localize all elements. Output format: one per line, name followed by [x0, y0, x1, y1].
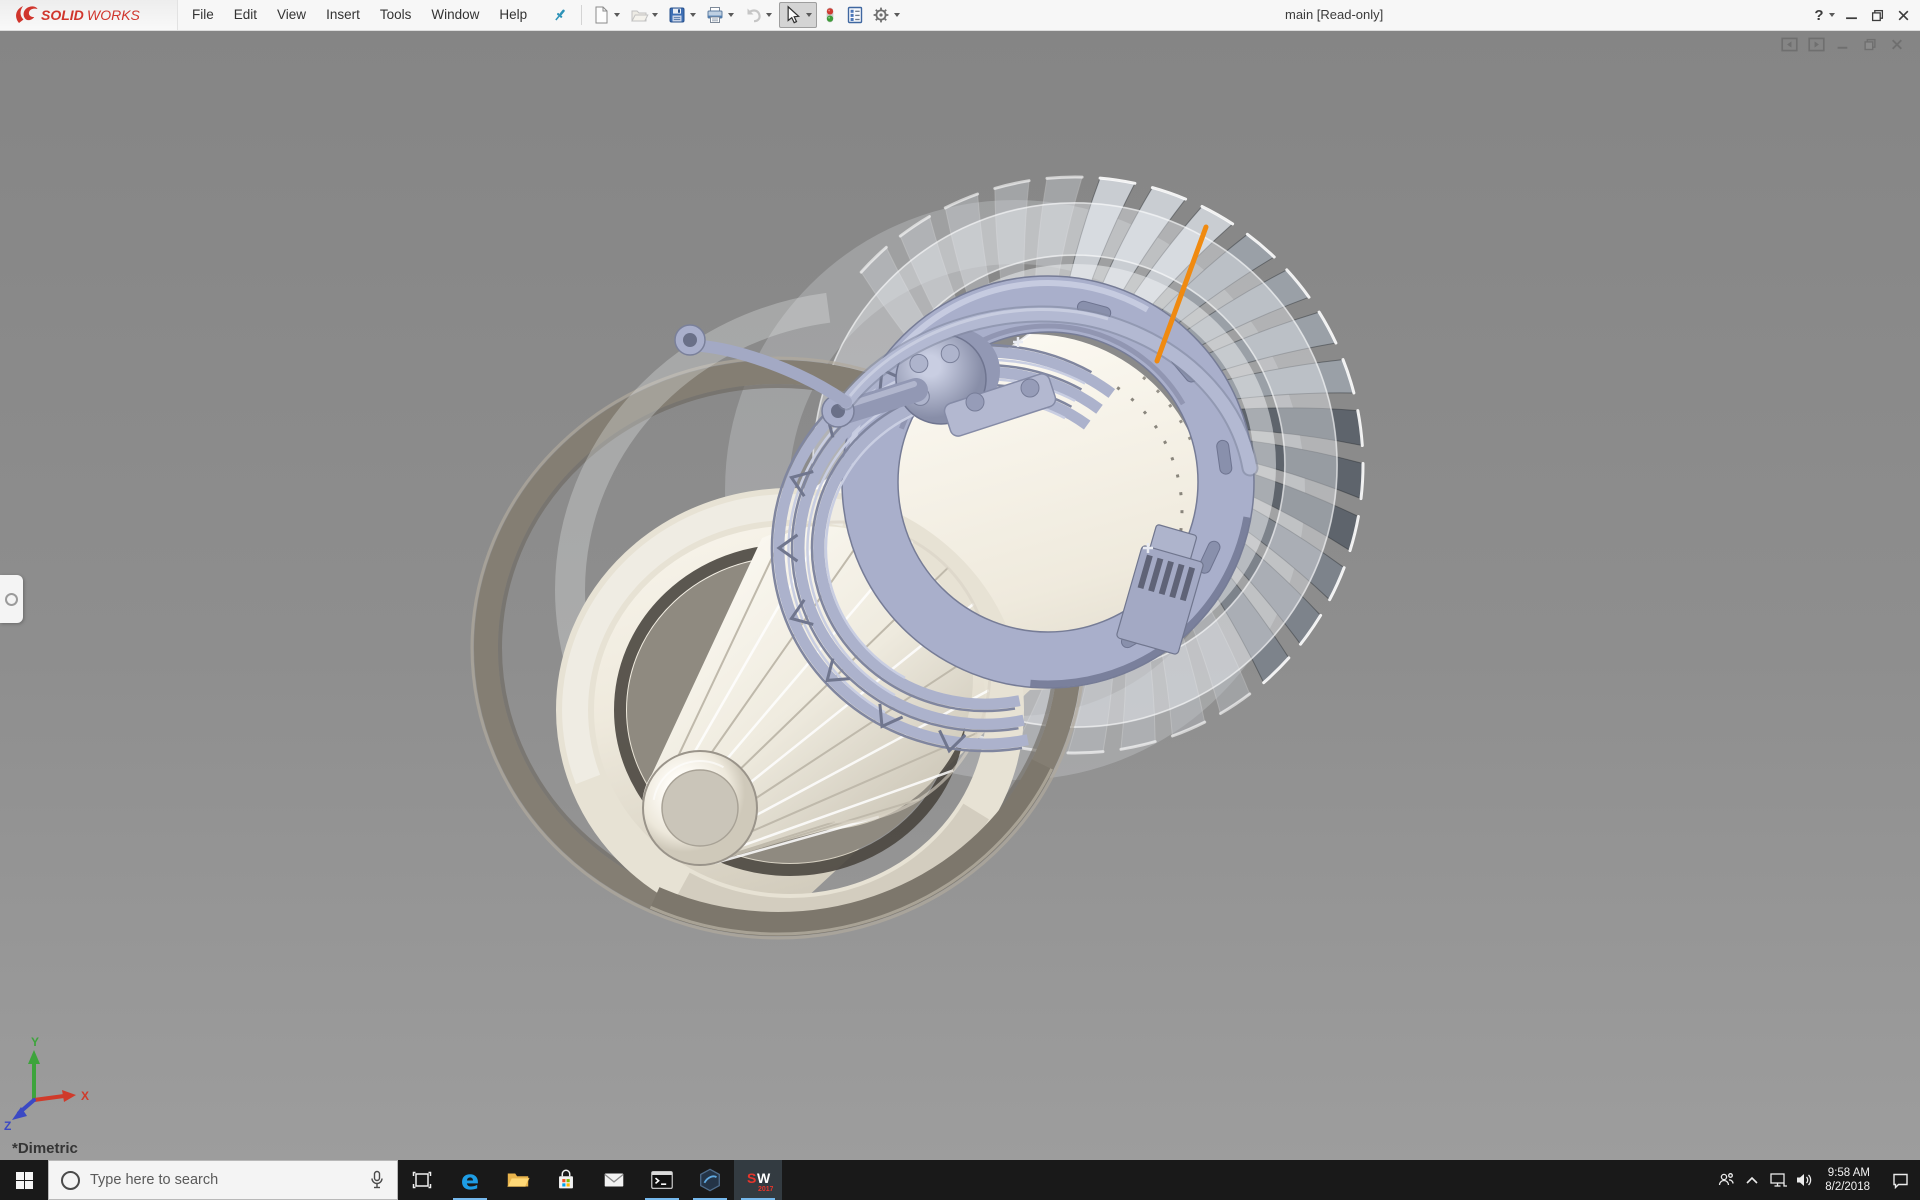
windows-taskbar: Type here to search e S W 2017 9:58 AM 8… — [0, 1160, 1920, 1200]
search-placeholder: Type here to search — [90, 1172, 219, 1188]
task-view-button[interactable] — [398, 1160, 446, 1200]
mail-icon — [604, 1173, 624, 1187]
help-dropdown[interactable] — [1829, 13, 1835, 17]
engine-3d-model[interactable] — [0, 30, 1920, 1160]
svg-text:e: e — [461, 1166, 479, 1194]
windows-logo-icon — [15, 1171, 33, 1189]
svg-text:W: W — [757, 1170, 771, 1186]
command-prompt-button[interactable] — [638, 1160, 686, 1200]
pane-toggle-left-icon[interactable] — [1780, 36, 1798, 52]
file-explorer-button[interactable] — [494, 1160, 542, 1200]
feature-tree-tab-icon — [5, 592, 18, 606]
menu-edit[interactable]: Edit — [224, 0, 267, 30]
document-restore-icon[interactable] — [1861, 36, 1879, 52]
standard-toolbar — [588, 2, 906, 28]
action-center-icon[interactable] — [1880, 1160, 1920, 1200]
minimize-button[interactable] — [1838, 0, 1864, 30]
triad-y-label: Y — [31, 1036, 39, 1049]
menu-tools[interactable]: Tools — [370, 0, 422, 30]
taskbar-apps: e S W 2017 — [398, 1160, 782, 1200]
start-button[interactable] — [0, 1160, 48, 1200]
window-controls: ? — [1812, 0, 1916, 30]
open-button[interactable] — [627, 3, 663, 27]
restore-button[interactable] — [1864, 0, 1890, 30]
options-dropdown[interactable] — [894, 13, 901, 17]
open-dropdown[interactable] — [652, 13, 659, 17]
store-icon — [559, 1169, 573, 1189]
document-title: main [Read-only] — [1285, 7, 1384, 22]
print-dropdown[interactable] — [728, 13, 735, 17]
svg-text:2017: 2017 — [758, 1186, 773, 1193]
brand-light: WORKS — [87, 7, 141, 23]
pane-toggle-right-icon[interactable] — [1807, 36, 1825, 52]
menu-help[interactable]: Help — [489, 0, 537, 30]
solidworks-logo-mark: SOLID WORKS — [16, 6, 141, 23]
solidworks-taskbar-button[interactable]: S W 2017 — [734, 1160, 782, 1200]
new-document-button[interactable] — [589, 3, 625, 27]
view-orientation-label: *Dimetric — [12, 1140, 78, 1157]
toolbar-separator — [581, 5, 583, 25]
pin-menu-icon[interactable] — [551, 6, 569, 24]
menu-insert[interactable]: Insert — [316, 0, 370, 30]
selection-filter-button[interactable] — [819, 3, 841, 27]
mail-button[interactable] — [590, 1160, 638, 1200]
command-prompt-icon — [651, 1171, 673, 1189]
taskbar-clock[interactable]: 9:58 AM 8/2/2018 — [1817, 1166, 1880, 1194]
svg-text:S: S — [747, 1170, 756, 1186]
solidworks-logo: SOLID WORKS — [0, 0, 178, 30]
edge-button[interactable]: e — [446, 1160, 494, 1200]
edge-icon: e — [461, 1166, 479, 1194]
volume-icon[interactable] — [1791, 1160, 1817, 1200]
solidworks-app-icon: S W 2017 — [747, 1170, 773, 1193]
new-document-dropdown[interactable] — [614, 13, 621, 17]
document-close-icon[interactable] — [1888, 36, 1906, 52]
composer-button[interactable] — [686, 1160, 734, 1200]
document-minimize-icon[interactable] — [1834, 36, 1852, 52]
menu-window[interactable]: Window — [421, 0, 489, 30]
feature-tree-collapsed-tab[interactable] — [0, 575, 23, 623]
menu-file[interactable]: File — [182, 0, 224, 30]
clock-date: 8/2/2018 — [1825, 1181, 1870, 1193]
graphics-area[interactable]: Y X Z *Dimetric — [0, 30, 1920, 1160]
clock-time: 9:58 AM — [1827, 1167, 1870, 1179]
menu-view[interactable]: View — [267, 0, 316, 30]
options-button[interactable] — [869, 3, 905, 27]
composer-icon — [700, 1168, 720, 1192]
select-tool-dropdown[interactable] — [806, 13, 813, 17]
triad-z-label: Z — [4, 1119, 11, 1132]
save-button[interactable] — [665, 3, 701, 27]
orientation-triad: Y X Z — [4, 1036, 89, 1132]
cortana-icon — [61, 1170, 80, 1190]
store-button[interactable] — [542, 1160, 590, 1200]
menu-bar: File Edit View Insert Tools Window Help — [182, 0, 537, 30]
microphone-icon[interactable] — [369, 1170, 385, 1190]
people-icon[interactable] — [1713, 1160, 1739, 1200]
brand-bold: SOLID — [41, 7, 84, 23]
file-properties-button[interactable] — [843, 3, 867, 27]
help-button[interactable]: ? — [1812, 0, 1838, 30]
triad-x-label: X — [81, 1089, 89, 1103]
undo-dropdown[interactable] — [766, 13, 773, 17]
hidden-icons-chevron[interactable] — [1739, 1160, 1765, 1200]
select-tool-button[interactable] — [779, 2, 818, 28]
system-tray: 9:58 AM 8/2/2018 — [1713, 1160, 1920, 1200]
document-window-controls — [1780, 36, 1906, 52]
search-input[interactable]: Type here to search — [48, 1160, 398, 1200]
task-view-icon — [412, 1171, 432, 1189]
print-button[interactable] — [703, 3, 739, 27]
network-icon[interactable] — [1765, 1160, 1791, 1200]
close-button[interactable] — [1890, 0, 1916, 30]
title-bar: SOLID WORKS File Edit View Insert Tools … — [0, 0, 1920, 31]
undo-button[interactable] — [741, 3, 777, 27]
save-dropdown[interactable] — [690, 13, 697, 17]
file-explorer-icon — [507, 1173, 530, 1187]
